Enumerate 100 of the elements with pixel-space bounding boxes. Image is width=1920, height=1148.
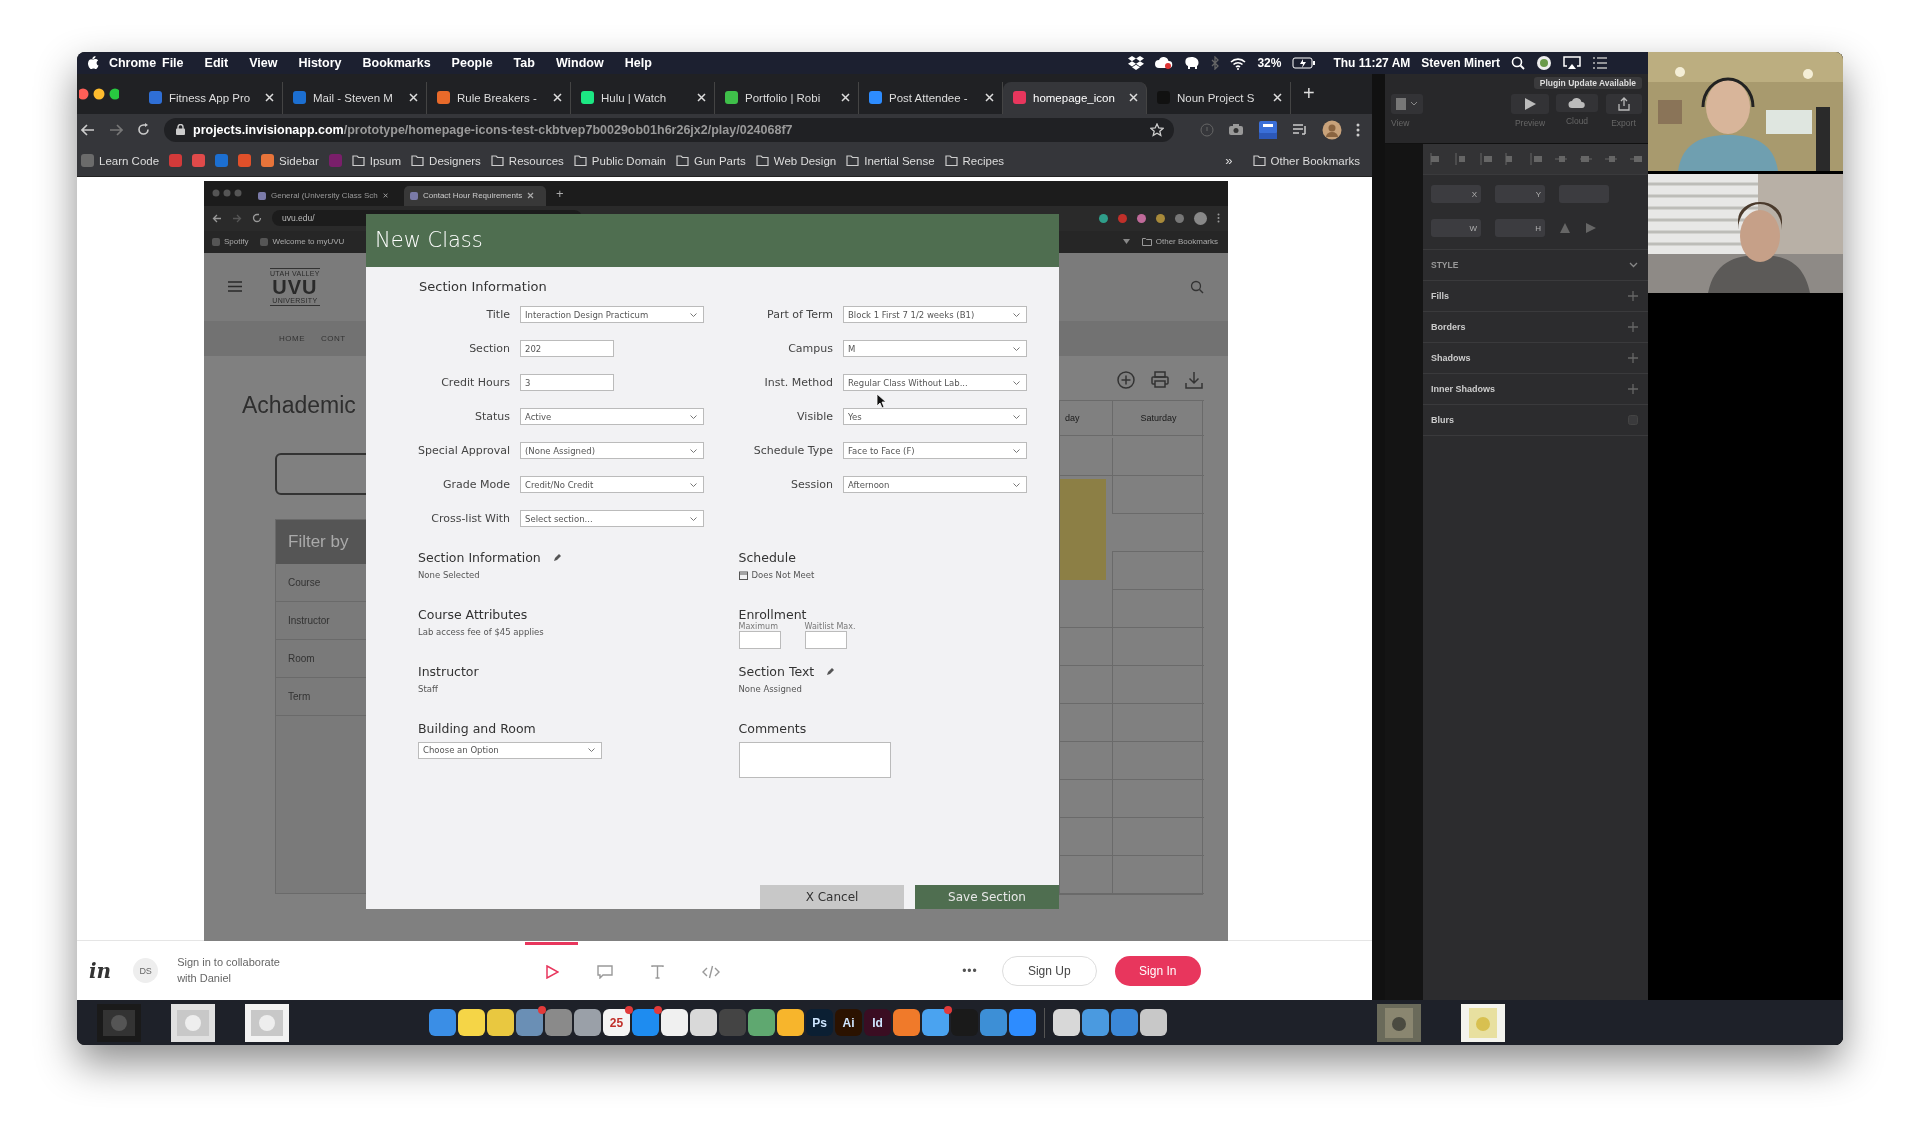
bluetooth-icon[interactable] bbox=[1211, 56, 1220, 70]
align-icon[interactable] bbox=[1554, 153, 1567, 165]
style-section-label[interactable]: Shadows bbox=[1431, 353, 1471, 363]
number-field[interactable]: H bbox=[1495, 219, 1545, 237]
menu-icon[interactable] bbox=[228, 281, 242, 293]
bookmark-icon[interactable] bbox=[192, 154, 206, 168]
apple-icon[interactable] bbox=[87, 56, 99, 70]
select-field[interactable]: M bbox=[843, 340, 1027, 358]
edit-icon[interactable] bbox=[826, 666, 836, 676]
browser-tab[interactable]: Rule Breakers - bbox=[427, 81, 571, 114]
reload-icon[interactable] bbox=[252, 213, 262, 224]
back-icon[interactable] bbox=[81, 123, 95, 136]
bookmark-icon[interactable] bbox=[215, 154, 229, 168]
dock-app-icon[interactable] bbox=[1140, 1009, 1167, 1036]
browser-tab[interactable]: Noun Project S bbox=[1147, 81, 1291, 114]
add-icon[interactable] bbox=[1628, 353, 1638, 363]
chevron-down-icon[interactable] bbox=[1629, 262, 1638, 268]
align-icon[interactable] bbox=[1579, 153, 1592, 165]
close-icon[interactable] bbox=[382, 192, 388, 200]
menu-item[interactable]: Help bbox=[622, 54, 654, 72]
bookmark-item[interactable]: Designers bbox=[411, 154, 481, 167]
dropbox-icon[interactable] bbox=[1128, 56, 1145, 70]
browser-tab[interactable]: General (University Class Sch bbox=[252, 185, 394, 206]
sign-in-button[interactable]: Sign In bbox=[1114, 955, 1201, 986]
bookmark-item[interactable]: Other Bookmarks bbox=[1252, 154, 1360, 167]
user-avatar[interactable]: DS bbox=[133, 958, 159, 984]
new-tab-button[interactable]: + bbox=[556, 185, 564, 201]
number-field[interactable]: W bbox=[1431, 219, 1481, 237]
browser-tab[interactable]: Mail - Steven M bbox=[283, 81, 427, 114]
bookmark-item[interactable]: Learn Code bbox=[81, 154, 160, 168]
align-icon[interactable] bbox=[1429, 153, 1442, 165]
align-icon[interactable] bbox=[1479, 153, 1492, 165]
align-icon[interactable] bbox=[1629, 153, 1642, 165]
menu-item[interactable]: Edit bbox=[202, 54, 231, 72]
avatar-icon[interactable] bbox=[1194, 211, 1207, 225]
input-field[interactable]: 202 bbox=[520, 340, 614, 358]
align-icon[interactable] bbox=[1454, 153, 1467, 165]
download-icon[interactable] bbox=[1185, 370, 1203, 389]
close-icon[interactable] bbox=[527, 192, 535, 200]
new-tab-button[interactable]: + bbox=[1303, 82, 1315, 106]
input-field[interactable] bbox=[804, 630, 847, 649]
bookmark-item[interactable]: Sidebar bbox=[261, 154, 319, 168]
browser-tab[interactable]: Fitness App Pro bbox=[139, 81, 283, 114]
menu-item[interactable]: History bbox=[296, 54, 344, 72]
select-field[interactable]: Block 1 First 7 1/2 weeks (B1) bbox=[843, 306, 1027, 324]
app-logo[interactable]: in bbox=[89, 958, 112, 983]
align-icon[interactable] bbox=[1529, 153, 1542, 165]
bookmarks-overflow-button[interactable]: » bbox=[1225, 153, 1233, 169]
bookmark-icon[interactable] bbox=[169, 154, 183, 168]
print-icon[interactable] bbox=[1151, 371, 1169, 389]
bookmark-item[interactable]: Welcome to myUVU bbox=[260, 237, 345, 247]
dock-app-icon[interactable] bbox=[487, 1009, 514, 1036]
select-field[interactable]: (None Assigned) bbox=[520, 442, 704, 460]
avatar-icon[interactable] bbox=[1322, 119, 1342, 140]
bookmark-item[interactable]: Other Bookmarks bbox=[1141, 237, 1218, 247]
select-field[interactable]: Afternoon bbox=[843, 476, 1027, 494]
dock-app-icon[interactable]: Ps bbox=[806, 1009, 833, 1036]
browser-tab[interactable]: Portfolio | Robi bbox=[715, 81, 859, 114]
number-field[interactable]: Y bbox=[1495, 185, 1545, 203]
select-field[interactable]: Choose an Option bbox=[418, 741, 602, 759]
browser-tab[interactable]: Hulu | Watch bbox=[571, 81, 715, 114]
dock-app-icon[interactable]: Ai bbox=[835, 1009, 862, 1036]
bookmark-item[interactable]: Public Domain bbox=[573, 154, 666, 167]
flip-vertical-icon[interactable] bbox=[1559, 222, 1571, 234]
add-icon[interactable] bbox=[1628, 384, 1638, 394]
extension-icon[interactable] bbox=[1258, 119, 1278, 140]
number-field[interactable]: X bbox=[1431, 185, 1481, 203]
menu-item[interactable]: Tab bbox=[511, 54, 537, 72]
menu-item[interactable]: Bookmarks bbox=[360, 54, 433, 72]
airplay-icon[interactable] bbox=[1563, 56, 1581, 70]
dock-app-icon[interactable] bbox=[690, 1009, 717, 1036]
browser-tab[interactable]: Post Attendee - bbox=[859, 81, 1003, 114]
menu-item[interactable]: View bbox=[247, 54, 280, 72]
window-controls-icon[interactable] bbox=[79, 87, 119, 100]
dock-app-icon[interactable] bbox=[574, 1009, 601, 1036]
list-icon[interactable] bbox=[1592, 57, 1608, 69]
bookmark-item[interactable]: Resources bbox=[490, 154, 564, 167]
style-section-label[interactable]: Borders bbox=[1431, 322, 1466, 332]
elephant-icon[interactable] bbox=[1184, 56, 1201, 70]
back-icon[interactable] bbox=[212, 213, 222, 223]
browser-tab[interactable]: Contact Hour Requirements bbox=[404, 185, 546, 206]
plugin-update-badge[interactable]: Plugin Update Available bbox=[1533, 77, 1642, 89]
circle-icon[interactable] bbox=[1536, 55, 1552, 71]
star-icon[interactable] bbox=[1150, 122, 1164, 137]
select-field[interactable]: Interaction Design Practicum bbox=[520, 306, 704, 324]
menu-clock[interactable]: Thu 11:27 AM bbox=[1333, 56, 1411, 70]
search-icon[interactable] bbox=[1511, 56, 1525, 70]
dock-app-icon[interactable] bbox=[777, 1009, 804, 1036]
user-name[interactable]: Steven Minert bbox=[1421, 56, 1500, 70]
address-bar[interactable]: projects.invisionapp.com/prototype/homepage-icons-test-ckbtvep7b0029ob01h6r26jx2/play/024068f7 bbox=[164, 117, 1174, 142]
menu-item[interactable]: File bbox=[160, 54, 186, 72]
checkbox-icon[interactable] bbox=[1628, 415, 1638, 425]
select-field[interactable]: Regular Class Without Lab... bbox=[843, 374, 1027, 392]
caret-icon[interactable] bbox=[1122, 239, 1130, 245]
input-field[interactable]: 3 bbox=[520, 374, 614, 392]
browser-tab[interactable]: homepage_icon bbox=[1003, 81, 1147, 114]
bookmark-item[interactable]: Spotify bbox=[212, 237, 249, 247]
bookmark-item[interactable]: Web Design bbox=[755, 154, 837, 167]
dock-app-icon[interactable] bbox=[661, 1009, 688, 1036]
flip-horizontal-icon[interactable] bbox=[1585, 222, 1597, 234]
